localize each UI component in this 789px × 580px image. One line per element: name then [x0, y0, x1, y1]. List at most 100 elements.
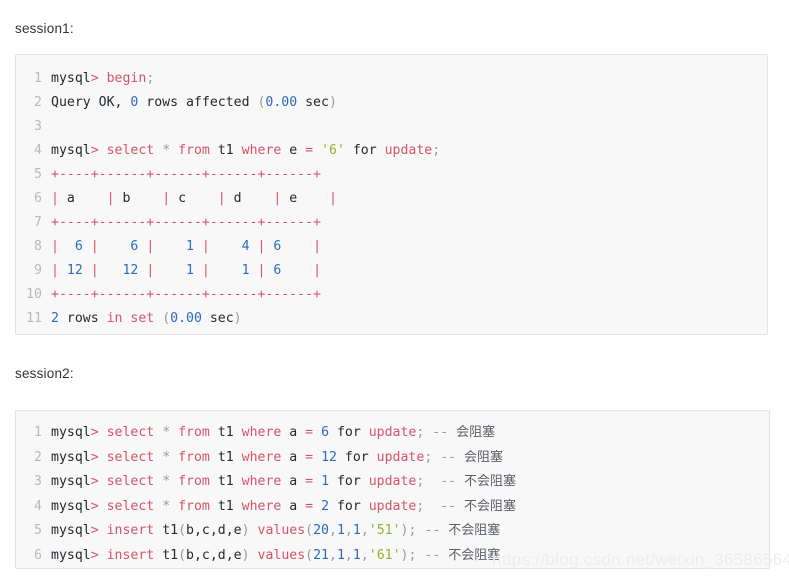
token-cjk: 不会阻塞 [448, 523, 501, 539]
token-plain: t1 [209, 449, 242, 465]
token-kw: update [368, 474, 417, 490]
line-number: 3 [34, 119, 42, 134]
token-plain: for [329, 425, 369, 440]
token-plain: e [281, 143, 306, 158]
token-punc: , [329, 523, 337, 539]
token-plain: t1 [209, 425, 242, 440]
token-tbl: +----+------+------+------+------+ [51, 287, 321, 302]
token-cjk: 会阻塞 [464, 449, 504, 465]
token-punc: ( [178, 547, 187, 563]
session1-code-lines: 1 mysql> begin; 2 Query OK, 0 rows affected… [16, 67, 767, 331]
token-plain: a [281, 498, 306, 514]
token-tbl: +----+------+------+------+------+ [51, 167, 321, 182]
token-kw: from [178, 143, 210, 158]
token-str: '51' [368, 523, 401, 539]
token-kw: > [90, 449, 99, 465]
token-kw: select [106, 498, 155, 514]
token-kw: = [305, 425, 314, 440]
line-number: 1 [34, 425, 42, 440]
token-kw: > [90, 474, 99, 490]
token-punc: ( [162, 311, 171, 326]
token-punc: ; [146, 71, 155, 86]
token-kw: > [90, 498, 99, 514]
code-line: 8 | 6 | 6 | 1 | 4 | 6 | [16, 235, 767, 259]
code-line-text: mysql> insert t1(b,c,d,e) values(21,1,1,… [42, 544, 500, 568]
token-tbl: | [281, 263, 322, 278]
code-line-text: | a | b | c | d | e | [42, 187, 337, 211]
code-line-text: mysql> select * from t1 where a = 2 for … [42, 495, 516, 520]
token-plain: mysql [51, 474, 91, 490]
token-punc: , [344, 547, 353, 563]
token-plain: b,c,d,e [186, 523, 242, 539]
line-number: 10 [26, 287, 42, 302]
token-num: 12 [66, 263, 83, 278]
line-number: 6 [34, 547, 42, 563]
token-num: 6 [74, 239, 83, 254]
code-line: 4 mysql> select * from t1 where e = '6' f… [16, 139, 767, 163]
token-kw: where [241, 425, 282, 440]
token-plain: mysql [51, 71, 91, 86]
token-plain: for [329, 474, 369, 490]
code-line-text: +----+------+------+------+------+ [42, 163, 321, 187]
token-plain: mysql [51, 498, 91, 514]
code-line-text: mysql> select * from t1 where a = 6 for … [42, 421, 495, 446]
token-plain: for [336, 449, 377, 465]
token-tbl: | [186, 191, 234, 206]
token-kw: select [106, 474, 155, 490]
line-number: 6 [34, 191, 42, 206]
code-line: 3 [16, 115, 767, 139]
token-kw: where [241, 498, 282, 514]
code-line-text: | 6 | 6 | 1 | 4 | 6 | [42, 235, 321, 259]
token-kw: > [90, 523, 99, 539]
token-kw: update [376, 449, 425, 465]
token-kw: where [241, 474, 282, 490]
code-line: 2 mysql> select * from t1 where a = 12 fo… [16, 446, 769, 471]
token-kw: where [241, 449, 282, 465]
code-line: 10 +----+------+------+------+------+ [16, 283, 767, 307]
token-num: 20 [313, 523, 329, 539]
code-line-text: 2 rows in set (0.00 sec) [42, 307, 242, 331]
token-kw: insert [106, 523, 155, 539]
token-kw: where [241, 143, 282, 158]
token-tbl: | [74, 191, 123, 206]
token-punc: * [162, 474, 171, 490]
code-line-text: Query OK, 0 rows affected (0.00 sec) [42, 91, 337, 115]
token-punc: * [162, 498, 171, 514]
token-kw: > [90, 547, 99, 563]
token-kw: = [305, 498, 314, 514]
token-kw: select [106, 449, 155, 465]
token-num: 1 [352, 523, 361, 539]
token-punc: * [162, 143, 171, 158]
token-cjk: 会阻塞 [456, 425, 496, 440]
token-num: 12 [321, 449, 337, 465]
token-kw: = [305, 143, 314, 158]
line-number: 4 [34, 143, 42, 158]
token-kw: = [305, 449, 314, 465]
token-punc: * [162, 449, 171, 465]
code-line: 1 mysql> begin; [16, 67, 767, 91]
token-punc: , [344, 523, 353, 539]
line-number: 8 [34, 239, 42, 254]
token-kw: insert [106, 547, 155, 563]
line-number: 2 [34, 449, 42, 465]
token-num: 0.00 [170, 311, 202, 326]
token-num: 1 [352, 547, 361, 563]
token-cjk: 不会阻塞 [464, 474, 517, 490]
token-hdr: c [178, 191, 187, 206]
code-line: 5 +----+------+------+------+------+ [16, 163, 767, 187]
token-num: 6 [321, 425, 330, 440]
token-cmt: -- [432, 449, 465, 465]
token-hdr: a [66, 191, 75, 206]
